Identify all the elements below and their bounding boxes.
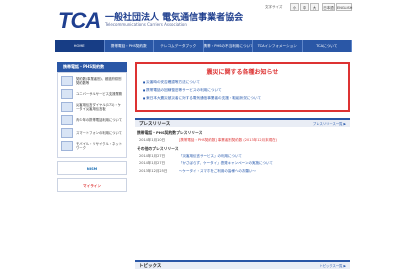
nav-subscribers[interactable]: 携帯電話・PHS契約数: [105, 40, 154, 52]
press-group-heading: その他のプレスリリース: [137, 145, 179, 151]
myline-banner[interactable]: マイライン: [57, 178, 127, 192]
sidebar-item-recycle[interactable]: モバイル・リサイクル・ネットワーク: [61, 141, 123, 151]
main-content: 震災に関する各種お知らせ 災害時の安否確認等方法について 携帯電話の回線復旧等サ…: [135, 62, 350, 176]
notice-title: 震災に関する各種お知らせ: [206, 69, 279, 76]
nism-banner[interactable]: NISM: [57, 161, 127, 175]
nav-databook[interactable]: テレコムデータブック: [154, 40, 204, 52]
list-item: 2014年1月27日 「かさばらず、ケータイ」啓発キャンペーンの実施について: [139, 161, 350, 166]
list-item: 2013年12月25日 〜ケータイ・スマホをご利用の皆様へのお願い〜: [139, 169, 350, 174]
news-link[interactable]: 「かさばらず、ケータイ」啓発キャンペーンの実施について: [179, 161, 273, 166]
sidebar-item-disaster-dial[interactable]: 災害用伝言ダイヤル(171)・ケータイ災害用伝言板: [61, 102, 123, 112]
sidebar-item-label: スマートフォンの利用について: [76, 130, 122, 135]
news-link[interactable]: [携帯電話・PHS契約数] 事業者別契約数 (2013年12月末現在): [179, 138, 277, 143]
news-date: 2013年12月25日: [139, 168, 168, 173]
press-release-bar: プレスリリース プレスリリース一覧 ▶: [135, 118, 350, 127]
topics-bar: トピックス トピックス一覧 ▶: [135, 260, 350, 269]
press-release-title: プレスリリース: [139, 121, 171, 127]
press-release-list-link[interactable]: プレスリリース一覧 ▶: [313, 121, 346, 126]
phone-icon: [61, 89, 73, 99]
sidebar-heading[interactable]: 携帯電話・PHS契約数: [57, 62, 127, 72]
sidebar-item-universal-service[interactable]: ユニバーサルサービス支援業務: [61, 89, 123, 99]
nav-home[interactable]: HOME: [55, 40, 105, 52]
topics-title: トピックス: [139, 263, 162, 269]
news-link[interactable]: 〜ケータイ・スマホをご利用の皆様へのお願い〜: [179, 169, 256, 174]
chart-icon: [61, 76, 73, 86]
list-item: 2014年1月10日 [携帯電話・PHS契約数] 事業者別契約数 (2013年1…: [139, 138, 350, 143]
org-subtitle: Telecommunications Carriers Association: [105, 22, 187, 27]
youth-icon: [61, 115, 73, 125]
sidebar-box: 契約数(事業者別)、都道府県別契約数等 ユニバーサルサービス支援業務 災害用伝言…: [57, 72, 127, 158]
font-size-small-button[interactable]: 小: [290, 3, 299, 11]
sidebar-item-smartphone[interactable]: スマートフォンの利用について: [61, 128, 123, 138]
sidebar-item-label: 契約数(事業者別)、都道府県別契約数等: [76, 76, 122, 86]
sidebar: 携帯電話・PHS契約数 契約数(事業者別)、都道府県別契約数等 ユニバーサルサー…: [57, 62, 127, 192]
news-date: 2014年1月10日: [139, 138, 166, 142]
site-header: TCA 一般社団法人 電気通信事業者協会 Telecommunications …: [0, 0, 400, 38]
font-size-large-button[interactable]: 大: [310, 3, 319, 11]
lang-ja-button[interactable]: 日本語: [322, 3, 335, 11]
news-date: 2014年1月27日: [139, 161, 166, 165]
nav-information[interactable]: TCAインフォメーション: [253, 40, 303, 52]
sidebar-item-label: 災害用伝言ダイヤル(171)・ケータイ災害用伝言板: [76, 102, 122, 112]
nav-about[interactable]: TCAについて: [303, 40, 352, 52]
disaster-notice-box: 震災に関する各種お知らせ 災害時の安否確認等方法について 携帯電話の回線復旧等サ…: [135, 62, 350, 112]
smartphone-icon: [61, 128, 73, 138]
list-item: 2014年1月27日 「災害用伝言サービス」の利用について: [139, 154, 350, 159]
disaster-icon: [61, 102, 73, 112]
sidebar-item-subscriber-stats[interactable]: 契約数(事業者別)、都道府県別契約数等: [61, 76, 123, 86]
topics-list-link[interactable]: トピックス一覧 ▶: [319, 263, 346, 268]
sidebar-item-label: ユニバーサルサービス支援業務: [76, 91, 123, 96]
lang-en-button[interactable]: ENGLISH: [336, 3, 352, 11]
font-size-medium-button[interactable]: 中: [300, 3, 309, 11]
nav-misuse[interactable]: 携帯・PHSの不当利用について: [204, 40, 253, 52]
notice-link[interactable]: 東日本大震災被災者に対する電気通信事業者の支援・取組状況について: [143, 96, 342, 101]
sidebar-item-label: モバイル・リサイクル・ネットワーク: [76, 141, 122, 151]
notice-link[interactable]: 携帯電話の回線復旧等サービスの利用について: [143, 88, 342, 93]
notice-link[interactable]: 災害時の安否確認等方法について: [143, 80, 342, 85]
font-size-label: 文字サイズ: [265, 5, 283, 9]
sidebar-item-youth[interactable]: 青少年の携帯電話利用について: [61, 115, 123, 125]
tca-logo[interactable]: TCA: [58, 8, 101, 34]
news-date: 2014年1月27日: [139, 153, 166, 158]
press-group-heading: 携帯電話・PHS契約数プレスリリース: [137, 130, 203, 135]
recycle-icon: [61, 141, 73, 151]
global-nav: HOME 携帯電話・PHS契約数 テレコムデータブック 携帯・PHSの不当利用に…: [55, 40, 352, 52]
sidebar-item-label: 青少年の携帯電話利用について: [76, 117, 123, 122]
news-link[interactable]: 「災害用伝言サービス」の利用について: [179, 154, 242, 159]
